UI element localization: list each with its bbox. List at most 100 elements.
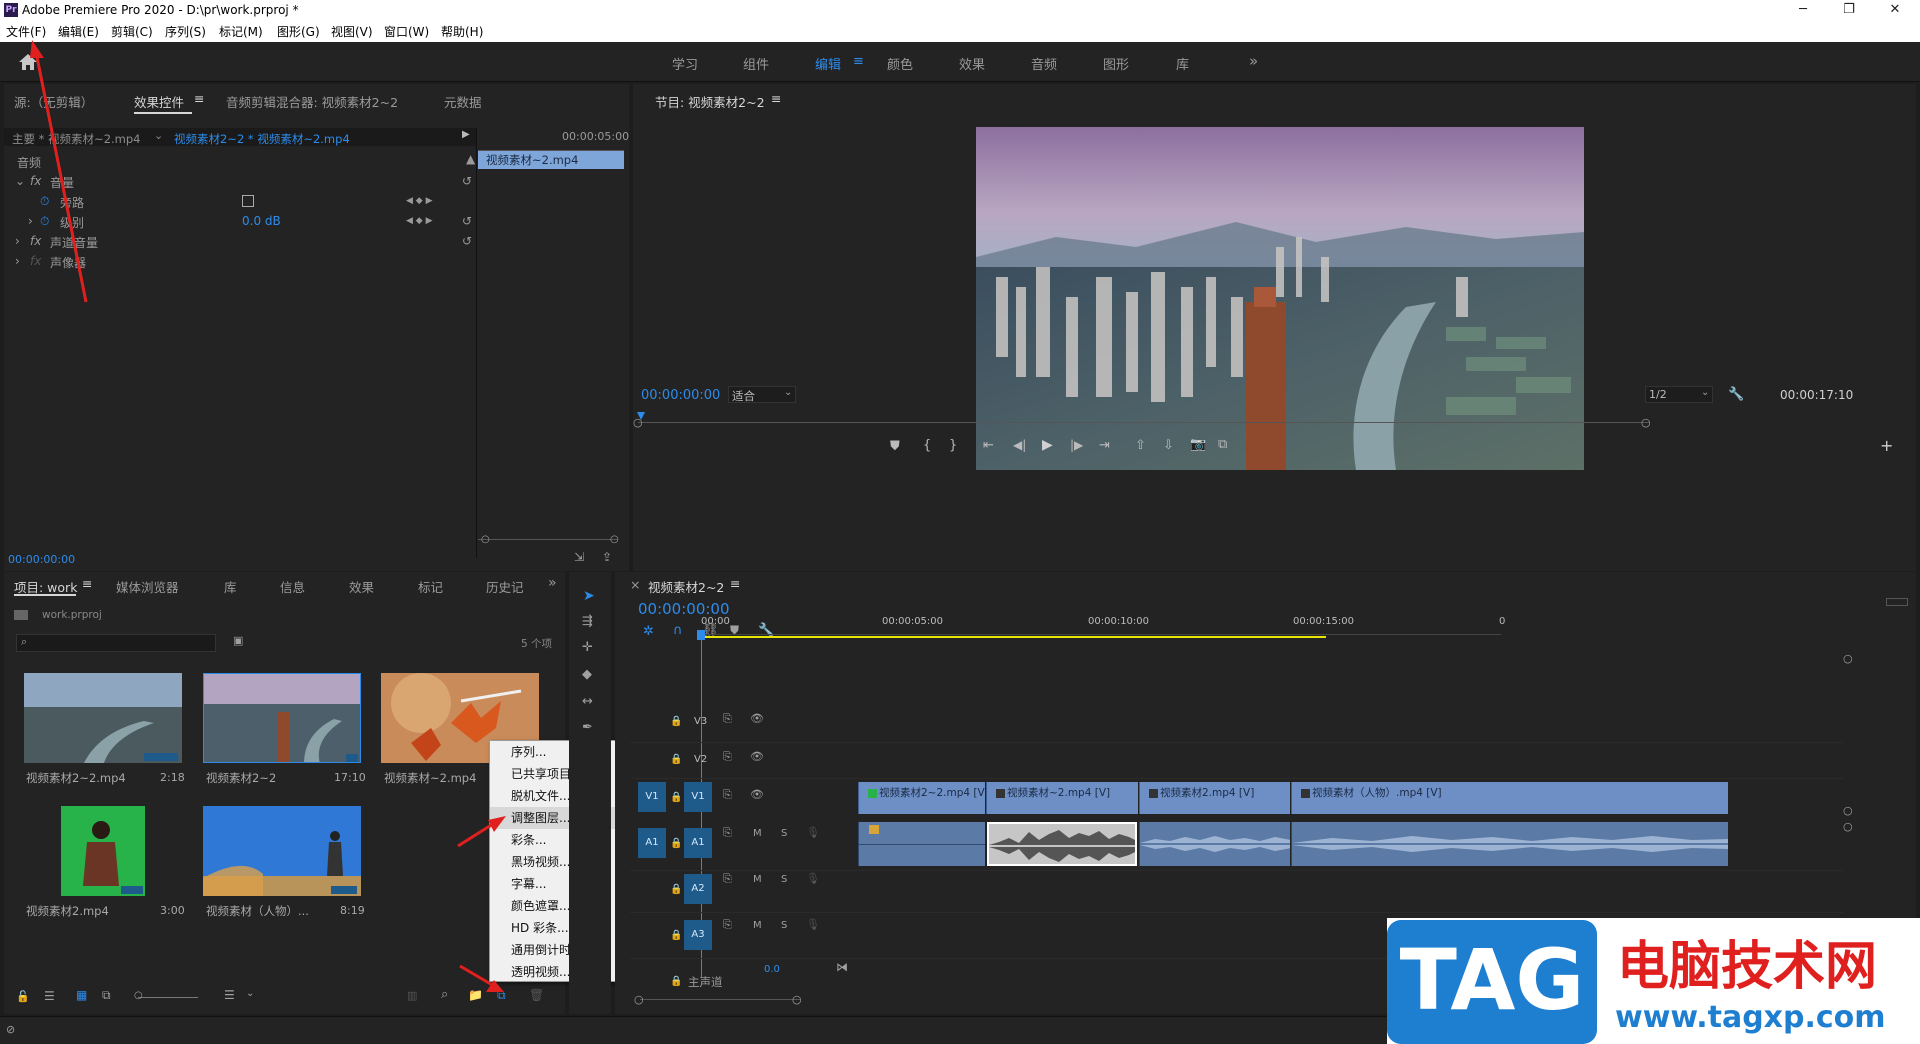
slip-tool-icon[interactable]: ↔ (582, 694, 593, 709)
menu-clip[interactable]: 剪辑(C) (111, 23, 153, 40)
selection-tool-icon[interactable]: ➤ (583, 588, 595, 604)
menu-marker[interactable]: 标记(M) (219, 23, 263, 40)
lock-icon[interactable]: 🔒 (670, 976, 682, 987)
eye-icon[interactable]: 👁 (750, 750, 764, 763)
scroll-handle[interactable]: ○ (1843, 804, 1853, 817)
workspace-libraries[interactable]: 库 (1176, 54, 1189, 73)
menu-graphics[interactable]: 图形(G) (277, 23, 320, 40)
close-button[interactable]: ✕ (1872, 0, 1918, 20)
video-clip[interactable]: 视频素材~2.mp4 [V] (986, 782, 1138, 814)
zoom-handle-right[interactable]: ○ (610, 534, 619, 545)
microphone-icon[interactable]: 🎙 (806, 826, 820, 839)
bypass-checkbox[interactable] (242, 195, 254, 207)
menu-view[interactable]: 视图(V) (331, 23, 373, 40)
workspace-assembly[interactable]: 组件 (743, 54, 769, 73)
extract-icon[interactable]: ⇩ (1163, 438, 1174, 453)
lift-icon[interactable]: ⇧ (1135, 438, 1146, 453)
source-patch-a1[interactable]: A1 (638, 828, 666, 858)
thumbnail-person[interactable] (203, 806, 361, 896)
add-marker-icon[interactable]: ⛊ (890, 439, 900, 454)
mark-out-icon[interactable]: } (949, 438, 957, 453)
master-volume-value[interactable]: 0.0 (764, 964, 780, 975)
lock-icon[interactable]: 🔒 (670, 792, 682, 803)
track-target-a1[interactable]: A1 (684, 828, 712, 858)
lock-icon[interactable]: 🔒 (670, 716, 682, 727)
program-scrubber[interactable] (638, 422, 1650, 423)
go-to-out-icon[interactable]: ⇥ (1099, 438, 1110, 453)
sync-icon[interactable]: ⎘ (723, 826, 732, 840)
trash-icon[interactable]: 🗑 (529, 988, 544, 1002)
share-icon[interactable]: ⇪ (602, 550, 612, 564)
tab-media-browser[interactable]: 媒体浏览器 (116, 577, 179, 596)
sync-icon[interactable]: ⎘ (723, 712, 732, 726)
sequence-tab[interactable]: 视频素材2~2 (648, 577, 724, 596)
timeline-zoom-bar[interactable] (640, 999, 800, 1000)
eye-icon[interactable]: 👁 (750, 788, 764, 801)
tab-effect-controls[interactable]: 效果控件 (134, 92, 184, 111)
panel-menu-icon[interactable]: ≡ (194, 91, 204, 106)
workspace-menu-icon[interactable]: ≡ (853, 54, 864, 69)
tab-history[interactable]: 历史记 (486, 577, 524, 596)
panel-menu-icon[interactable]: ≡ (82, 576, 92, 591)
clip-instance-label[interactable]: 视频素材2~2 * 视频素材~2.mp4 (174, 131, 350, 147)
scroll-handle[interactable]: ○ (1843, 820, 1853, 833)
work-area-bar[interactable] (701, 636, 1326, 638)
thumbnail-city-1[interactable] (24, 673, 182, 763)
mark-in-icon[interactable]: { (923, 438, 931, 453)
zoom-handle-left[interactable]: ○ (481, 534, 490, 545)
eye-icon[interactable]: 👁 (750, 712, 764, 725)
more-panels-icon[interactable]: » (548, 575, 557, 591)
new-item-icon[interactable]: ⧉ (497, 988, 506, 1003)
thumbnail-city-2[interactable] (203, 673, 361, 763)
mute-toggle-a3[interactable]: M (753, 920, 762, 931)
step-forward-icon[interactable]: |▶ (1070, 438, 1083, 452)
track-target-a3[interactable]: A3 (684, 920, 712, 950)
solo-toggle-a2[interactable]: S (781, 874, 787, 885)
export-icon[interactable]: ⇲ (574, 550, 584, 564)
menu-window[interactable]: 窗口(W) (384, 23, 429, 40)
new-search-bin-icon[interactable]: ▣ (233, 634, 243, 647)
program-timecode[interactable]: 00:00:00:00 (641, 388, 720, 403)
ripple-edit-tool-icon[interactable]: ✛ (582, 640, 593, 655)
workspace-graphics[interactable]: 图形 (1103, 54, 1129, 73)
tab-libraries[interactable]: 库 (224, 577, 237, 596)
chevron-down-icon[interactable]: ⌄ (246, 988, 254, 999)
project-search-input[interactable]: ⌕ (16, 634, 216, 652)
automate-to-sequence-icon[interactable]: ▥ (407, 989, 417, 1002)
scroll-handle[interactable]: ○ (1843, 652, 1853, 665)
mute-toggle-a2[interactable]: M (753, 874, 762, 885)
thumbnail-green-screen[interactable] (61, 806, 145, 896)
workspace-editing[interactable]: 编辑 (815, 54, 841, 73)
zoom-slider-handle[interactable]: ○ (134, 990, 143, 1001)
list-view-icon[interactable]: ☰ (44, 989, 55, 1003)
tab-metadata[interactable]: 元数据 (444, 92, 482, 111)
more-workspaces-icon[interactable]: » (1249, 52, 1258, 70)
sync-icon[interactable]: ⎘ (723, 788, 732, 802)
solo-toggle-a3[interactable]: S (781, 920, 787, 931)
wrench-icon[interactable]: 🔧 (1728, 387, 1744, 402)
menu-help[interactable]: 帮助(H) (441, 23, 483, 40)
minimize-button[interactable]: ─ (1780, 0, 1826, 20)
freeform-view-icon[interactable]: ⧉ (102, 988, 111, 1003)
close-sequence-icon[interactable]: × (630, 577, 640, 592)
zoom-handle-right[interactable]: ○ (792, 993, 802, 1006)
chevron-down-icon[interactable]: ⌄ (154, 129, 163, 142)
video-clip[interactable]: 视频素材（人物）.mp4 [V] (1291, 782, 1728, 814)
lock-icon[interactable]: 🔓 (16, 990, 30, 1003)
tab-markers[interactable]: 标记 (418, 577, 443, 596)
tab-audio-clip-mixer[interactable]: 音频剪辑混合器: 视频素材2~2 (226, 92, 398, 111)
menu-edit[interactable]: 编辑(E) (58, 23, 99, 40)
comparison-view-icon[interactable]: ⧉ (1218, 437, 1227, 452)
panel-menu-icon[interactable]: ≡ (771, 91, 781, 106)
microphone-icon[interactable]: 🎙 (806, 872, 820, 885)
sync-icon[interactable]: ⎘ (723, 918, 732, 932)
play-button[interactable]: ▶ (1042, 437, 1053, 453)
track-target-a2[interactable]: A2 (684, 874, 712, 904)
maximize-button[interactable]: ❐ (1826, 0, 1872, 20)
effect-channel-volume-row[interactable]: › fx 声道音量 ↺ (12, 232, 482, 252)
zoom-slider[interactable] (138, 997, 198, 998)
track-select-tool-icon[interactable]: ⇶ (582, 614, 593, 629)
nest-icon[interactable]: ✲ (643, 624, 654, 639)
sync-icon[interactable]: ⎘ (723, 750, 732, 764)
workspace-color[interactable]: 颜色 (887, 54, 913, 73)
